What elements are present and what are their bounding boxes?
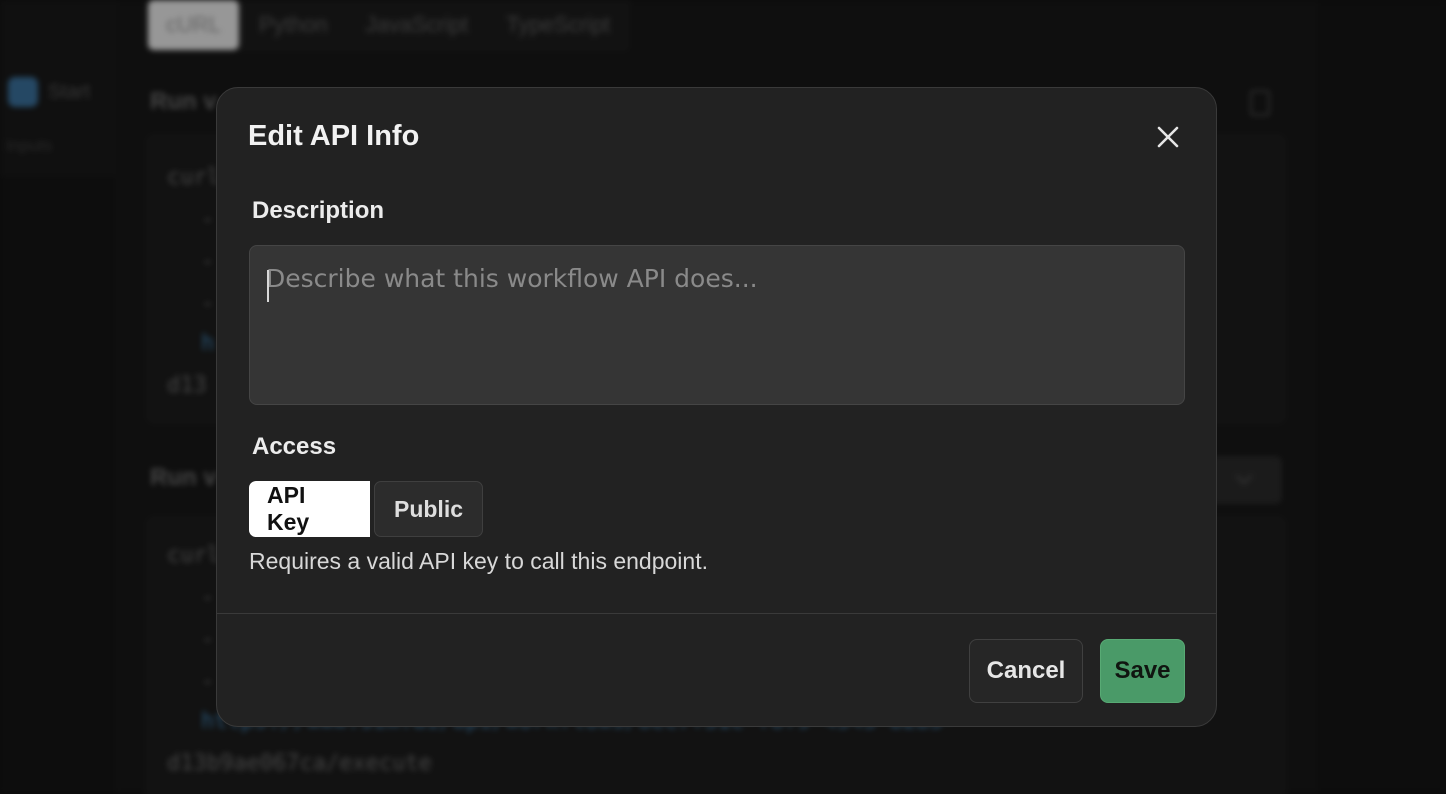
cancel-button[interactable]: Cancel: [969, 639, 1083, 703]
access-option-api-key[interactable]: API Key: [249, 481, 370, 537]
save-button[interactable]: Save: [1100, 639, 1185, 703]
access-option-public[interactable]: Public: [374, 481, 483, 537]
description-label: Description: [252, 197, 385, 224]
close-icon: [1157, 126, 1179, 148]
access-help-text: Requires a valid API key to call this en…: [249, 548, 708, 574]
access-label: Access: [252, 433, 337, 460]
description-field[interactable]: [249, 245, 1185, 405]
edit-api-info-dialog: Edit API Info Description Access API Key…: [216, 87, 1217, 727]
footer-divider: [217, 613, 1216, 614]
close-button[interactable]: [1151, 120, 1185, 154]
dialog-title: Edit API Info: [248, 120, 420, 152]
access-toggle: API Key Public: [249, 481, 483, 537]
description-input[interactable]: [250, 246, 1184, 404]
text-cursor: [267, 270, 269, 302]
